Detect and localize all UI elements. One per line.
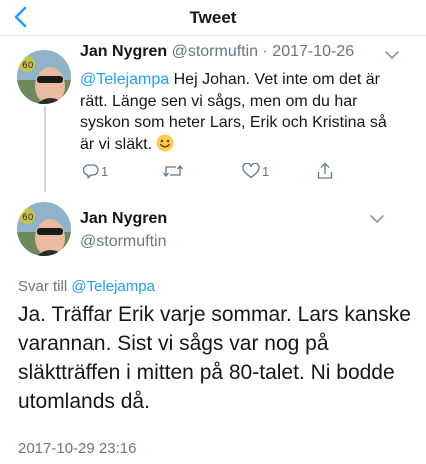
tweet-timestamp: 2017-10-29 23:16 bbox=[18, 440, 137, 457]
page-title: Tweet bbox=[189, 8, 237, 27]
author-name[interactable]: Jan Nygren bbox=[80, 210, 167, 228]
top-bar: Tweet bbox=[0, 0, 426, 36]
like-button[interactable]: 1 bbox=[242, 160, 269, 182]
author-row: Jan Nygren @stormuftin · 2017-10-26 bbox=[80, 43, 354, 61]
reply-to-label: Svar till bbox=[18, 278, 72, 295]
author-name[interactable]: Jan Nygren bbox=[80, 43, 167, 60]
heart-icon bbox=[242, 163, 260, 179]
author-handle[interactable]: @stormuftin bbox=[80, 233, 166, 251]
svg-text:60: 60 bbox=[22, 61, 34, 71]
svg-text:60: 60 bbox=[22, 213, 34, 223]
tweet-actions: 1 1 bbox=[80, 160, 380, 182]
avatar[interactable]: 60 bbox=[17, 50, 71, 104]
mention-link[interactable]: @Telejampa bbox=[71, 278, 155, 295]
reply-count: 1 bbox=[101, 163, 109, 179]
tweet-text: @Telejampa Hej Johan. Vet inte om det är… bbox=[80, 69, 400, 155]
share-button[interactable] bbox=[317, 160, 333, 182]
chevron-down-icon[interactable] bbox=[384, 49, 400, 61]
chevron-down-icon[interactable] bbox=[369, 213, 385, 225]
tweet-text: Ja. Träffar Erik varje sommar. Lars kans… bbox=[18, 303, 411, 413]
retweet-button[interactable] bbox=[162, 160, 186, 182]
reply-icon bbox=[83, 164, 99, 179]
avatar[interactable]: 60 bbox=[17, 202, 71, 256]
author-handle-date: @stormuftin · 2017-10-26 bbox=[171, 43, 355, 60]
share-icon bbox=[317, 162, 333, 179]
reply-button[interactable]: 1 bbox=[83, 160, 108, 182]
like-count: 1 bbox=[262, 163, 270, 179]
retweet-icon bbox=[163, 164, 183, 178]
thread-connector bbox=[44, 106, 46, 192]
smile-emoji-icon bbox=[156, 134, 174, 151]
mention-link[interactable]: @Telejampa bbox=[80, 71, 169, 88]
reply-to-line: Svar till @Telejampa bbox=[18, 278, 155, 295]
